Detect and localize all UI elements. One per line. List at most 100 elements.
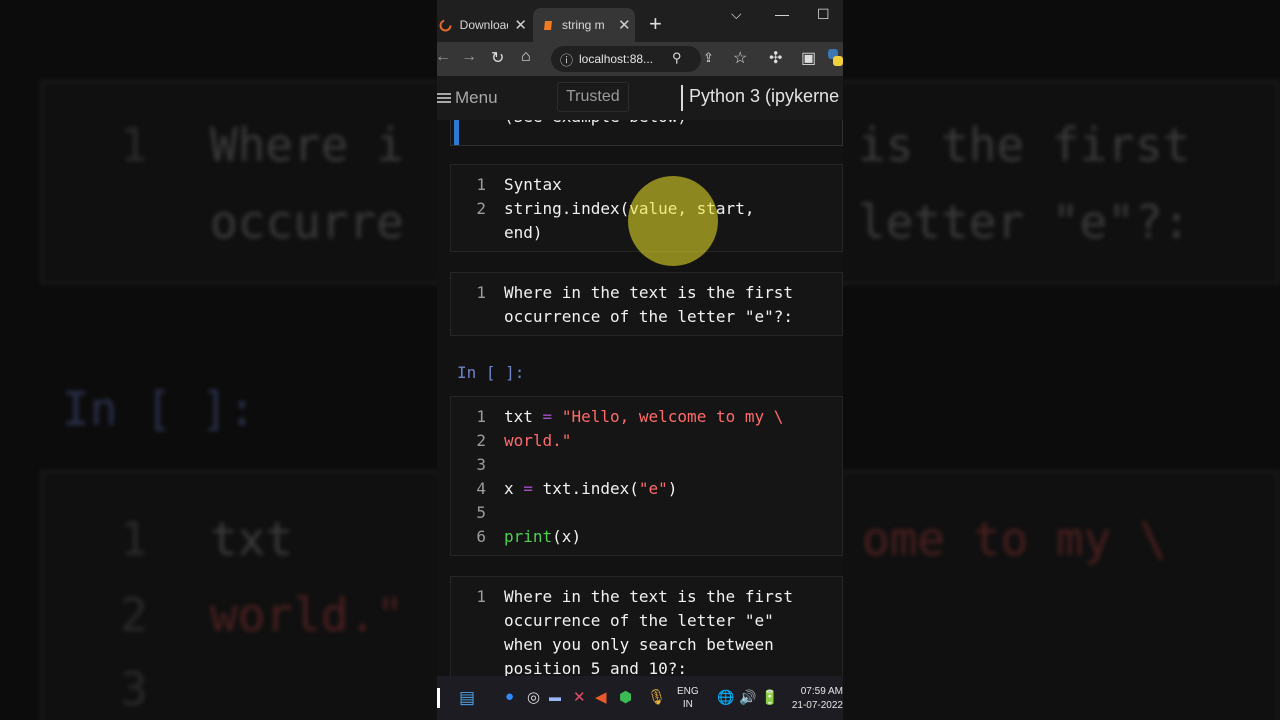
code-paren: ) [667,479,678,498]
code-cell[interactable]: 1 2 3 4 5 6 txt = "Hello, welcome to my … [450,396,843,556]
trusted-indicator[interactable]: Trusted [557,82,629,112]
bookmark-star-icon[interactable]: ☆ [733,48,747,68]
line-number: 6 [476,527,486,546]
line-number: 5 [476,503,486,522]
input-prompt: In [ ]: [457,363,525,382]
line-number: 1 [476,283,486,302]
reload-icon[interactable]: ↻ [491,48,504,68]
cell-line: when you only search between [504,635,774,654]
python-extension-icon[interactable] [827,48,843,73]
code-keyword: print [504,527,553,546]
cell-line: position 5 and 10?: [504,659,688,676]
snipping-icon[interactable]: ✕ [573,688,586,706]
tab-string-methods[interactable]: string m ✕ [533,8,635,42]
jupyter-menubar: Menu Trusted Python 3 (ipykerne [437,76,843,120]
language-code: ENG [677,686,699,697]
bg-code-line2: world." [210,588,404,642]
chrome-icon[interactable]: ◎ [527,688,540,706]
cell-line: Where in the text is the first [504,283,793,302]
markdown-cell-prev[interactable]: (See example below) [450,120,843,146]
code-string: "Hello, welcome to my \ [561,407,784,426]
code-line-6: print(x) [504,525,581,549]
media-icon[interactable]: ◀ [595,688,607,706]
code-operator: = [523,479,533,498]
start-marker-icon[interactable] [437,688,440,708]
network-globe-icon[interactable]: 🌐 [717,689,734,706]
selected-cell-indicator [454,120,459,145]
kernel-indicator[interactable]: Python 3 (ipykerne [689,86,839,107]
tab-label: Download [459,18,509,32]
battery-icon[interactable]: 🔋 [761,689,778,706]
markdown-cell-question-2[interactable]: 1 Where in the text is the first occurre… [450,576,843,676]
side-panel-icon[interactable]: ▣ [801,48,816,68]
jupyter-notebook-icon [541,18,555,32]
cell-line: Where in the text is the first [504,587,793,606]
clock[interactable]: 07:59 AM 21-07-2022 [789,685,843,713]
tab-search-chevron-icon[interactable]: ⌵ [731,6,742,23]
clock-date: 21-07-2022 [791,700,843,711]
cell-line: Syntax [504,175,562,194]
bg-line-number-1: 1 [120,118,148,172]
menu-button[interactable]: Menu [437,88,498,108]
region-code: IN [682,699,693,710]
new-tab-icon[interactable]: + [649,11,662,37]
line-number: 2 [476,199,486,218]
browser-toolbar: ← → ↻ ⌂ ⓘ localhost:88... ⚲ ⇪ ☆ ✣ ▣ [437,42,843,76]
close-tab-icon[interactable]: ✕ [618,16,631,34]
code-call: (x) [552,527,582,546]
minimize-icon[interactable]: — [775,6,789,22]
close-tab-icon[interactable]: ✕ [514,16,527,34]
code-line-2: world." [504,431,572,450]
line-number: 1 [476,175,486,194]
line-number: 1 [476,587,486,606]
menu-label: Menu [455,88,498,107]
markdown-cell-question-1[interactable]: 1 Where in the text is the first occurre… [450,272,843,336]
home-icon[interactable]: ⌂ [521,48,531,66]
browser-window: Download ✕ string m ✕ + ⌵ — ☐ ← → ↻ ⌂ ⓘ … [437,0,843,720]
bg-line-number-1b: 1 [120,512,148,566]
code-variable: x [504,479,514,498]
cell-line: occurrence of the letter "e" [504,611,774,630]
cursor-highlight [628,176,718,266]
code-line-4: x = txt.index("e") [504,477,677,501]
tab-bar: Download ✕ string m ✕ + ⌵ — ☐ [437,0,843,42]
line-number: 3 [476,455,486,474]
line-number: 4 [476,479,486,498]
zoom-icon[interactable]: ⚲ [672,50,682,66]
zoom-app-icon[interactable]: ● [505,688,514,705]
microphone-icon[interactable]: 🎙 [647,688,666,706]
cell-line: end) [504,223,543,242]
clock-time: 07:59 AM [800,686,843,697]
code-line-1: txt = "Hello, welcome to my \ [504,405,783,429]
code-variable: txt [504,407,533,426]
code-call: txt.index( [542,479,639,498]
cell-line: occurrence of the letter "e"?: [504,307,793,326]
bg-code-line1: txt [210,512,294,566]
forward-icon[interactable]: → [461,48,477,66]
store-icon[interactable]: ▤ [459,688,475,708]
site-info-icon[interactable]: ⓘ [560,50,573,69]
volume-icon[interactable]: 🔊 [739,689,756,706]
address-text: localhost:88... [579,52,654,66]
code-operator: = [542,407,553,426]
bg-code-line1b: ome to my \ [862,512,1167,566]
loading-icon [439,18,453,32]
tab-label: string m [562,18,605,32]
back-icon[interactable]: ← [437,48,451,66]
hamburger-icon [437,91,451,105]
bg-text-line2b: letter "e"?: [858,195,1191,249]
kernel-separator [681,85,683,111]
tab-download[interactable]: Download ✕ [437,8,527,42]
bg-text-line1b: is the first [858,118,1191,172]
share-icon[interactable]: ⇪ [703,50,714,66]
taskbar: ▤ ● ◎ ▬ ✕ ◀ ⬢ 🎙 ENG IN 🌐 🔊 🔋 07:59 AM 21… [437,676,843,720]
security-icon[interactable]: ⬢ [619,688,632,706]
line-number: 1 [476,407,486,426]
line-number: 2 [476,431,486,450]
extensions-icon[interactable]: ✣ [769,48,782,68]
bg-text-line1: Where i [210,118,404,172]
bg-line-number-2: 2 [120,588,148,642]
language-indicator[interactable]: ENG IN [677,685,699,711]
maximize-icon[interactable]: ☐ [817,6,830,23]
explorer-icon[interactable]: ▬ [549,690,561,704]
